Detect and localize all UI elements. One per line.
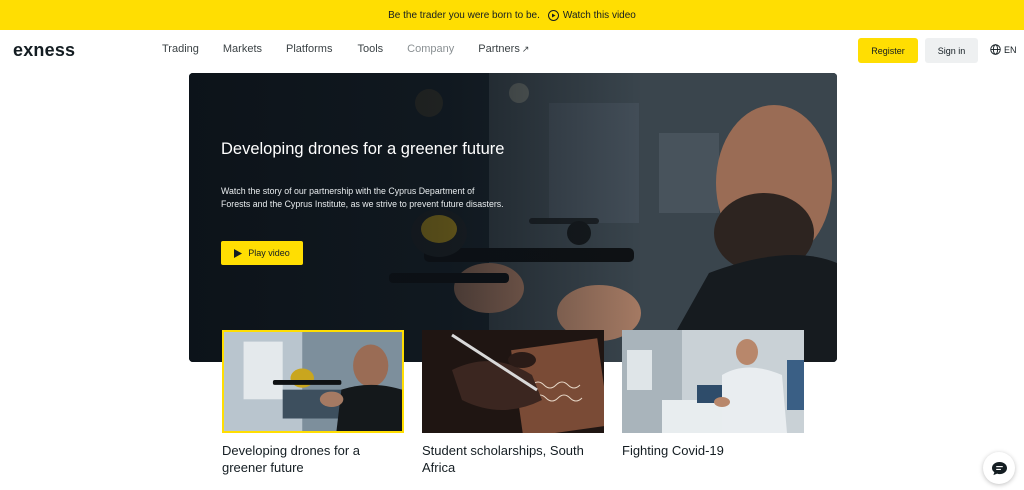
story-title[interactable]: Student scholarships, South Africa bbox=[422, 442, 604, 476]
story-card-drones[interactable]: Developing drones for a greener future bbox=[222, 330, 404, 476]
top-navigation: exness Trading Markets Platforms Tools C… bbox=[0, 30, 1024, 70]
menu-item-partners[interactable]: Partners ↗ bbox=[478, 43, 529, 55]
story-title[interactable]: Fighting Covid-19 bbox=[622, 442, 804, 459]
play-circle-icon[interactable] bbox=[547, 9, 559, 21]
story-title[interactable]: Developing drones for a greener future bbox=[222, 442, 404, 476]
exness-logo[interactable]: exness bbox=[13, 40, 75, 61]
chat-button[interactable] bbox=[983, 452, 1015, 484]
story-thumbnail-covid[interactable] bbox=[622, 330, 804, 433]
promo-banner: Be the trader you were born to be. Watch… bbox=[0, 0, 1024, 30]
story-thumbnail-scholarships[interactable] bbox=[422, 330, 604, 433]
menu-item-tools[interactable]: Tools bbox=[357, 43, 383, 55]
main-menu: Trading Markets Platforms Tools Company … bbox=[162, 43, 529, 55]
menu-item-trading[interactable]: Trading bbox=[162, 43, 199, 55]
menu-item-markets[interactable]: Markets bbox=[223, 43, 262, 55]
play-video-button[interactable]: Play video bbox=[221, 241, 303, 265]
hero-banner: Developing drones for a greener future W… bbox=[189, 73, 837, 362]
menu-item-partners-label: Partners bbox=[478, 43, 520, 55]
watch-video-link[interactable]: Watch this video bbox=[563, 10, 636, 21]
language-selector[interactable]: EN bbox=[990, 44, 1017, 55]
globe-icon bbox=[990, 44, 1001, 55]
menu-item-company[interactable]: Company bbox=[407, 43, 454, 55]
language-label: EN bbox=[1004, 44, 1017, 55]
promo-text: Be the trader you were born to be. bbox=[388, 9, 540, 21]
hero-description: Watch the story of our partnership with … bbox=[221, 186, 504, 209]
hero-title: Developing drones for a greener future bbox=[221, 140, 505, 158]
sign-in-button[interactable]: Sign in bbox=[925, 38, 978, 63]
play-icon bbox=[234, 248, 243, 258]
story-thumbnail-drones[interactable] bbox=[222, 330, 404, 433]
story-card-covid[interactable]: Fighting Covid-19 bbox=[622, 330, 804, 459]
story-card-scholarships[interactable]: Student scholarships, South Africa bbox=[422, 330, 604, 476]
register-button[interactable]: Register bbox=[858, 38, 918, 63]
chat-icon bbox=[991, 461, 1007, 475]
menu-item-platforms[interactable]: Platforms bbox=[286, 43, 332, 55]
external-arrow-icon: ↗ bbox=[521, 44, 530, 54]
hero-overlay bbox=[189, 73, 837, 362]
play-video-label: Play video bbox=[248, 248, 290, 258]
